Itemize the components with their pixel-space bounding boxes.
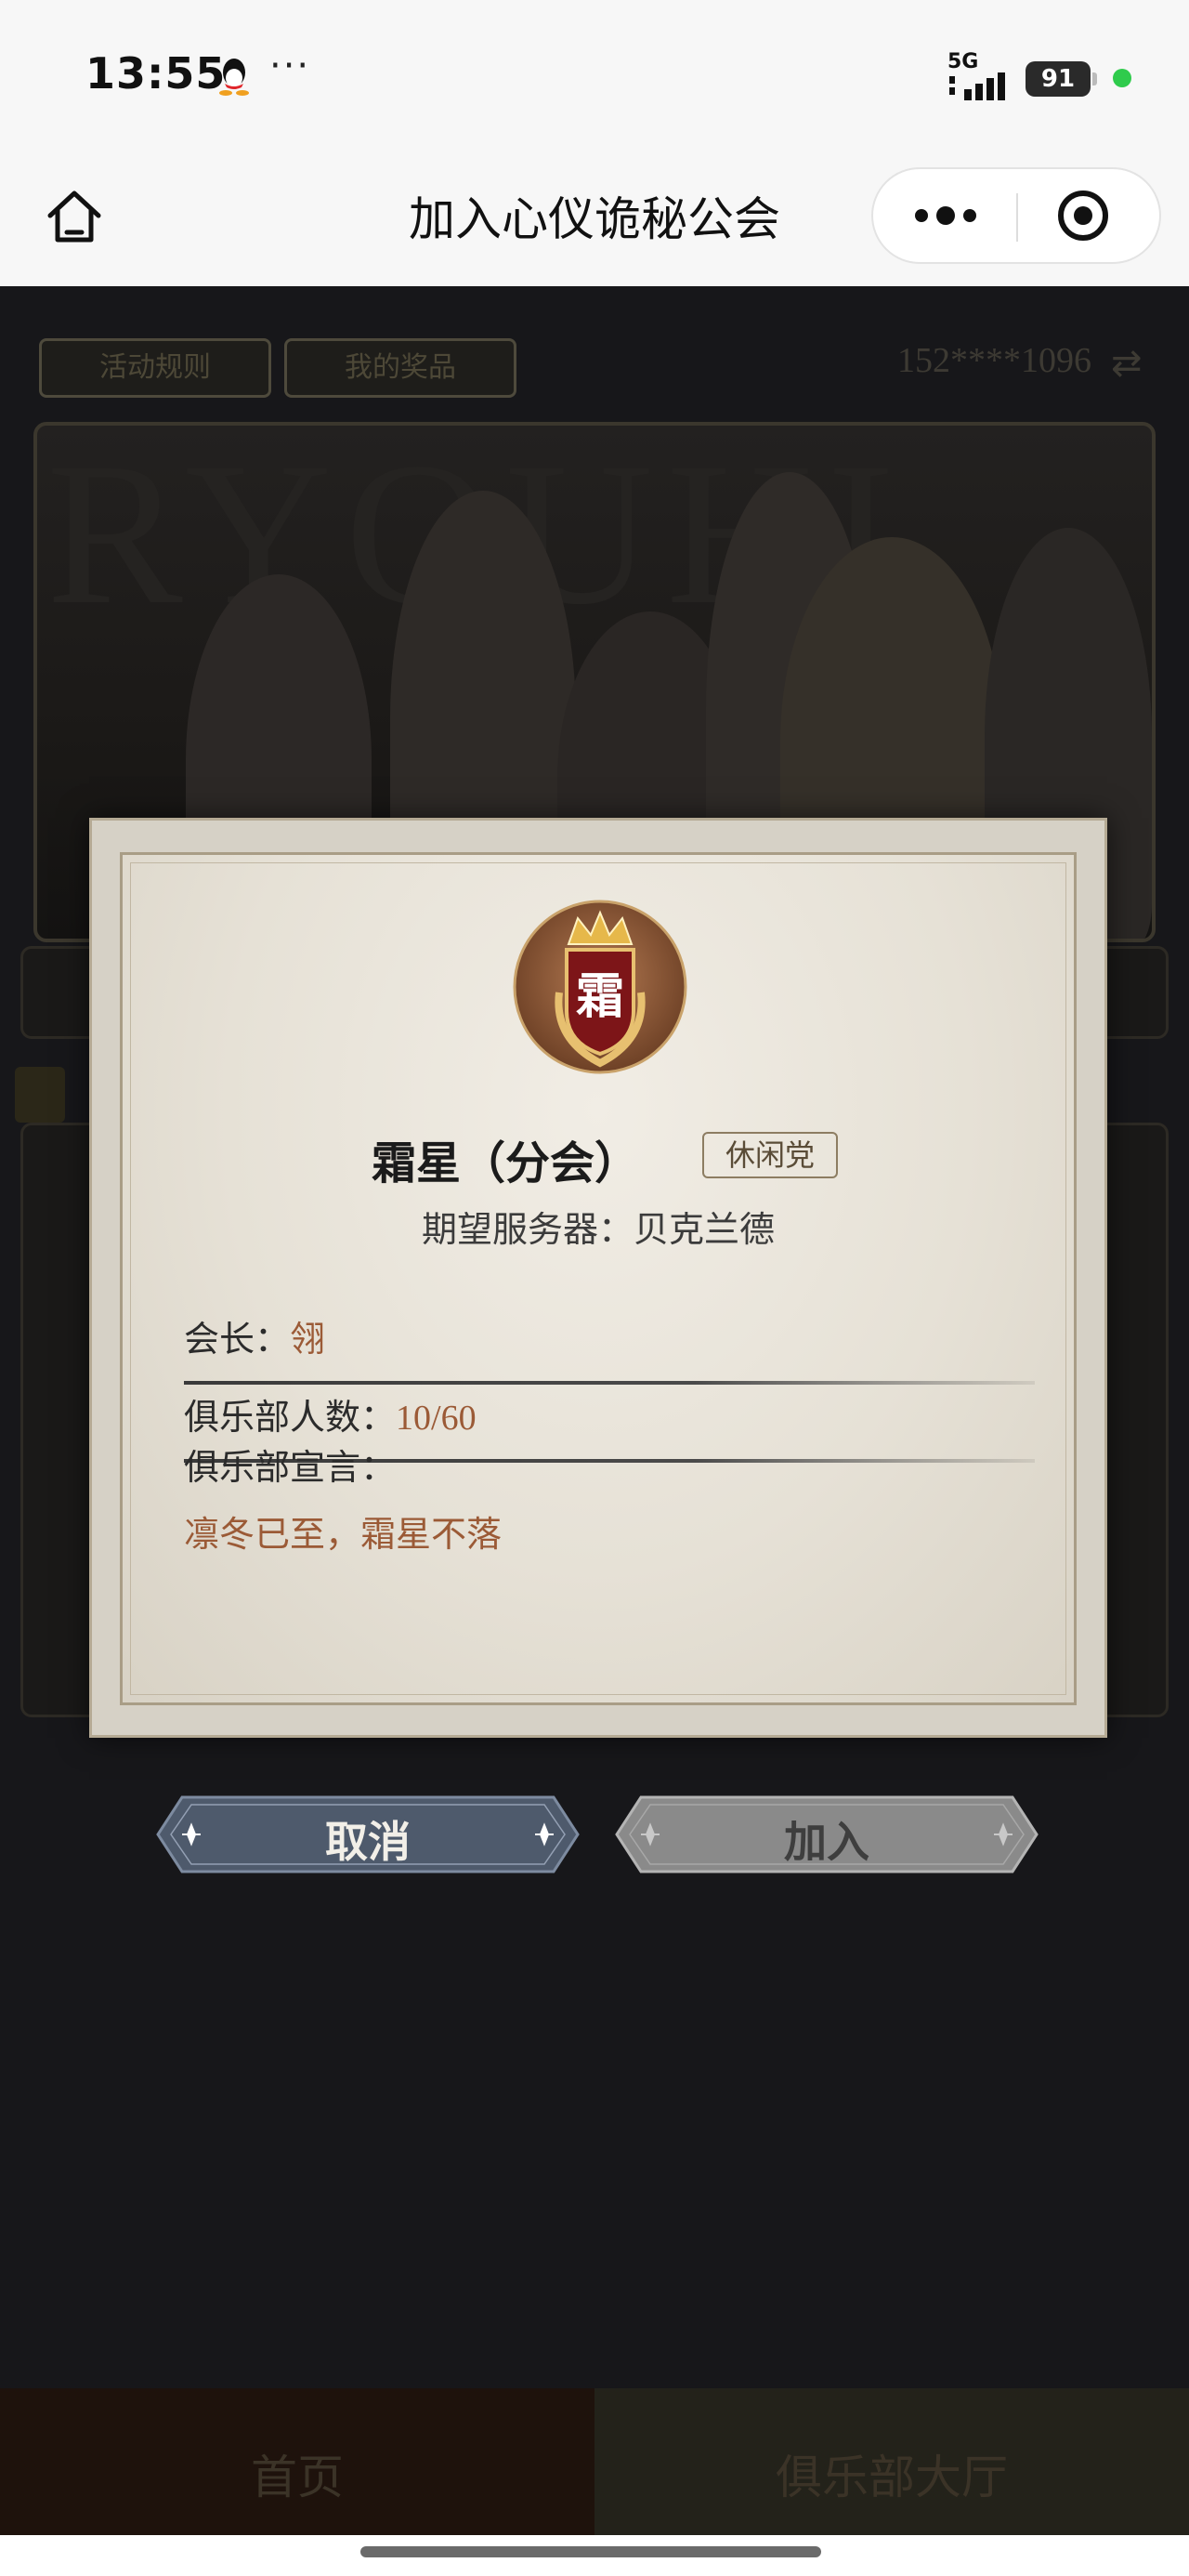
tab-club-hall-label: 俱乐部大厅 (776, 2451, 1008, 2504)
rules-button[interactable]: 活动规则 (39, 338, 271, 398)
home-icon[interactable] (37, 180, 111, 255)
emblem-character: 霜 (576, 968, 624, 1025)
bottom-tab-bar: 首页 俱乐部大厅 (0, 2388, 1189, 2535)
members-value: 10/60 (396, 1399, 477, 1438)
members-label: 俱乐部人数： (184, 1397, 397, 1438)
join-label: 加入 (784, 1817, 869, 1867)
close-miniprogram-icon[interactable] (1018, 169, 1161, 262)
swap-account-icon[interactable]: ⇄ (1111, 342, 1143, 385)
qq-icon (219, 59, 249, 96)
tab-club-hall[interactable]: 俱乐部大厅 (594, 2388, 1189, 2535)
miniprogram-capsule (871, 167, 1161, 264)
network-type: 5G (947, 50, 979, 73)
status-more-icon: ··· (269, 45, 311, 87)
battery-level: 91 (1026, 61, 1091, 97)
cancel-button[interactable]: 取消 (154, 1790, 581, 1879)
battery-cap (1092, 72, 1097, 85)
nav-bar: 加入心仪诡秘公会 (0, 158, 1189, 286)
dialog-paper: 霜 霜星（分会） 休闲党 期望服务器：贝克兰德 会长：翎 俱乐部人数：10/60… (120, 852, 1077, 1705)
president-label: 会长： (184, 1319, 291, 1360)
row-divider (184, 1381, 1035, 1385)
signal-icon (949, 72, 1005, 100)
page-title: 加入心仪诡秘公会 (409, 192, 780, 246)
tab-home-label: 首页 (251, 2451, 344, 2504)
background-badge-icon (15, 1067, 65, 1123)
expected-server: 期望服务器：贝克兰德 (421, 1209, 775, 1250)
president-row: 会长：翎 (184, 1310, 1035, 1385)
club-emblem-icon: 霜 (513, 900, 687, 1074)
join-button[interactable]: 加入 (613, 1790, 1040, 1879)
phone-number: 152****1096 (897, 341, 1091, 380)
rules-label: 活动规则 (99, 351, 211, 384)
motto-text: 凛冬已至，霜星不落 (184, 1514, 503, 1555)
cancel-label: 取消 (325, 1817, 411, 1867)
prizes-label: 我的奖品 (345, 351, 456, 384)
club-tag: 休闲党 (702, 1132, 838, 1178)
president-value: 翎 (290, 1321, 326, 1360)
club-name: 霜星（分会） (372, 1137, 640, 1189)
prizes-button[interactable]: 我的奖品 (284, 338, 516, 398)
motto-label: 俱乐部宣言： (184, 1447, 397, 1488)
home-indicator[interactable] (360, 2546, 821, 2557)
status-time: 13:55 (85, 48, 227, 99)
tab-home[interactable]: 首页 (0, 2388, 594, 2535)
club-detail-dialog: 霜 霜星（分会） 休闲党 期望服务器：贝克兰德 会长：翎 俱乐部人数：10/60… (89, 818, 1107, 1738)
status-bar: 13:55 ··· 5G 91 (0, 0, 1189, 158)
more-options-icon[interactable] (873, 169, 1017, 262)
privacy-indicator-dot (1113, 69, 1131, 87)
